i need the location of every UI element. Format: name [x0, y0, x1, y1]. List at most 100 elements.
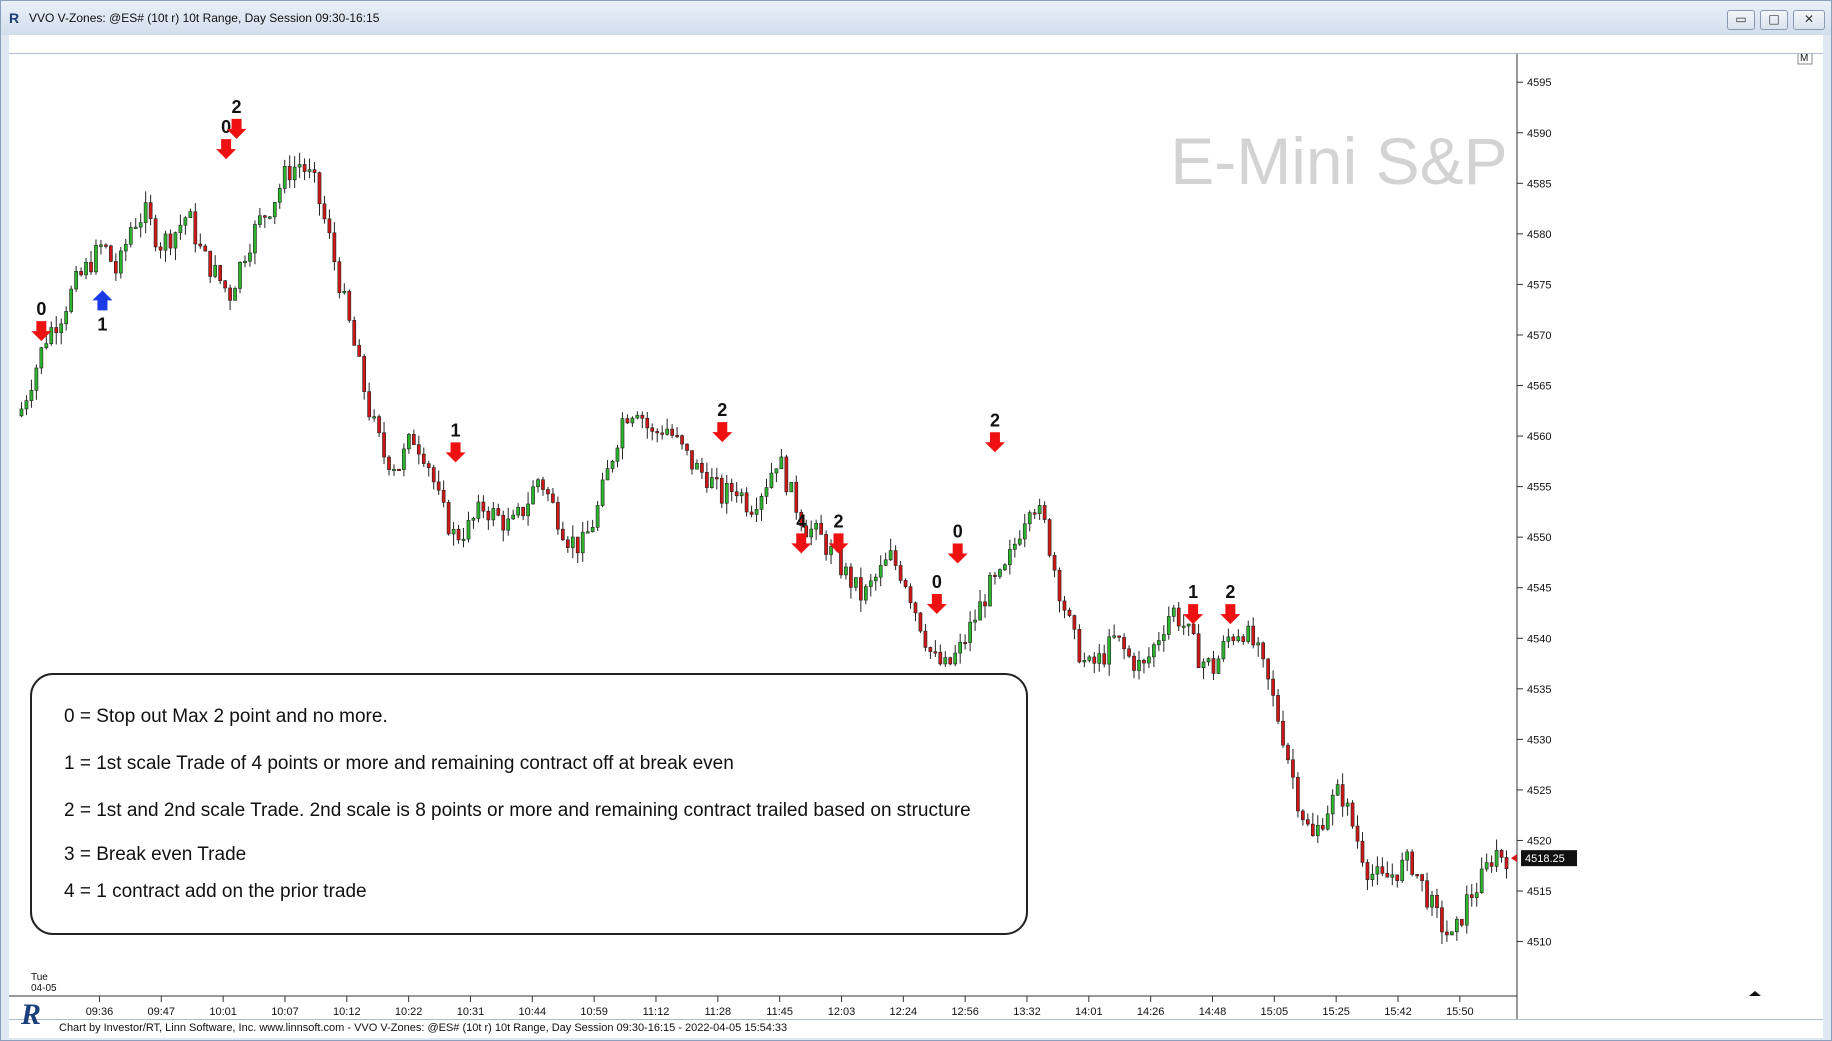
- candle-body: [635, 414, 640, 419]
- candle-body: [89, 261, 93, 273]
- candle-body: [1082, 660, 1087, 663]
- price-axis[interactable]: 4510 4515 4520 4525 4530 4535 4540 4545 4550 4555…: [1511, 47, 1813, 1020]
- candle-body: [486, 510, 491, 521]
- candle-body: [933, 651, 938, 654]
- candle-body: [561, 528, 565, 541]
- minimize-button[interactable]: ▭: [1727, 10, 1755, 30]
- candle-body: [451, 528, 456, 535]
- price-tick-label: 4530: [1527, 734, 1551, 746]
- candle-body: [461, 538, 466, 541]
- candle-body: [595, 505, 600, 528]
- candle-body: [1097, 653, 1102, 664]
- time-tick-label: 10:12: [333, 1006, 361, 1018]
- candle-body: [605, 468, 610, 481]
- legend-line: 3 = Break even Trade: [64, 844, 246, 865]
- title-bar[interactable]: R VVO V-Zones: @ES# (10t r) 10t Range, D…: [1, 1, 1831, 35]
- candle-body: [84, 261, 88, 276]
- candle-body: [441, 489, 446, 503]
- candle-body: [49, 327, 54, 344]
- candle-body: [938, 651, 943, 665]
- candle-body: [1276, 695, 1280, 722]
- candle-body: [784, 456, 789, 493]
- candle-body: [993, 574, 997, 578]
- candle-body: [1166, 616, 1171, 635]
- candle-body: [307, 169, 312, 172]
- candle-body: [973, 619, 977, 623]
- candle-body: [1186, 623, 1191, 627]
- candle-body: [710, 477, 714, 488]
- time-tick-label: 14:48: [1199, 1006, 1227, 1018]
- date-label: Tue: [31, 972, 48, 983]
- candle-body: [158, 246, 163, 251]
- price-tick-label: 4575: [1527, 279, 1551, 291]
- candle-body: [1400, 859, 1405, 881]
- time-tick-label: 11:45: [766, 1006, 793, 1018]
- candle-body: [1494, 849, 1499, 867]
- candle-body: [1107, 636, 1112, 665]
- maximize-button[interactable]: □: [1760, 10, 1788, 30]
- candle-body: [109, 245, 113, 262]
- candle-body: [471, 518, 476, 521]
- candle-body: [1256, 642, 1261, 646]
- candle-body: [1385, 873, 1390, 878]
- candle-body: [476, 501, 481, 519]
- candle-body: [988, 574, 992, 607]
- legend-line: 1 = 1st scale Trade of 4 points or more …: [64, 753, 734, 774]
- candle-body: [734, 491, 739, 497]
- candle-body: [1191, 623, 1196, 635]
- candle-body: [1092, 656, 1097, 664]
- signal-label: 0: [221, 117, 231, 137]
- candle-body: [829, 546, 833, 555]
- candle-body: [913, 602, 918, 614]
- signal-label: 2: [990, 410, 1000, 430]
- candle-body: [1236, 636, 1241, 642]
- candle-body: [600, 479, 605, 506]
- close-button[interactable]: ✕: [1793, 10, 1825, 30]
- candle-body: [258, 215, 262, 225]
- candle-body: [297, 164, 302, 168]
- candle-body: [1375, 866, 1380, 875]
- candle-body: [1112, 635, 1116, 638]
- candle-body: [888, 550, 893, 561]
- candle-body: [918, 612, 923, 632]
- time-tick-label: 13:32: [1013, 1006, 1041, 1018]
- candle-body: [531, 486, 535, 505]
- candle-body: [908, 586, 913, 604]
- candle-body: [282, 165, 287, 189]
- candle-body: [128, 227, 133, 245]
- candle-body: [163, 233, 168, 251]
- candle-body: [849, 566, 853, 588]
- candle-body: [29, 390, 34, 401]
- candle-body: [24, 400, 29, 410]
- candle-body: [352, 320, 357, 346]
- candle-body: [1445, 931, 1449, 936]
- candle-body: [675, 435, 679, 438]
- candle-body: [332, 232, 337, 263]
- candle-body: [1484, 862, 1489, 870]
- candle-body: [1420, 874, 1424, 881]
- candle-body: [292, 166, 297, 181]
- candle-body: [412, 434, 416, 445]
- candle-body: [1315, 825, 1320, 836]
- candlestick-chart[interactable]: E-Mini S&P 0102124 20021 2 451045154520452…: [9, 47, 1823, 1020]
- candle-body: [183, 217, 188, 226]
- candle-body: [148, 202, 153, 219]
- time-axis[interactable]: 09:36 09:47 10:01 10:07 10:12 10:22 10:31 10:44…: [9, 972, 1761, 1018]
- candle-body: [1102, 653, 1107, 665]
- candle-body: [1147, 656, 1151, 664]
- candle-body: [536, 479, 540, 488]
- candle-body: [1142, 659, 1146, 664]
- candle-body: [1017, 538, 1022, 545]
- investor-rt-app-icon: R: [9, 10, 20, 26]
- candle-body: [893, 550, 898, 566]
- candle-body: [54, 327, 59, 334]
- candle-body: [1042, 505, 1047, 520]
- candle-body: [1350, 802, 1355, 827]
- time-tick-label: 10:22: [395, 1006, 423, 1018]
- sell-arrow: [216, 139, 237, 160]
- chart-area[interactable]: E-Mini S&P 0102124200212 4510 4515 4520 452…: [9, 47, 1823, 1020]
- sell-arrow: [926, 594, 947, 615]
- candle-body: [575, 536, 580, 554]
- candle-body: [660, 432, 665, 435]
- candle-body: [357, 345, 362, 357]
